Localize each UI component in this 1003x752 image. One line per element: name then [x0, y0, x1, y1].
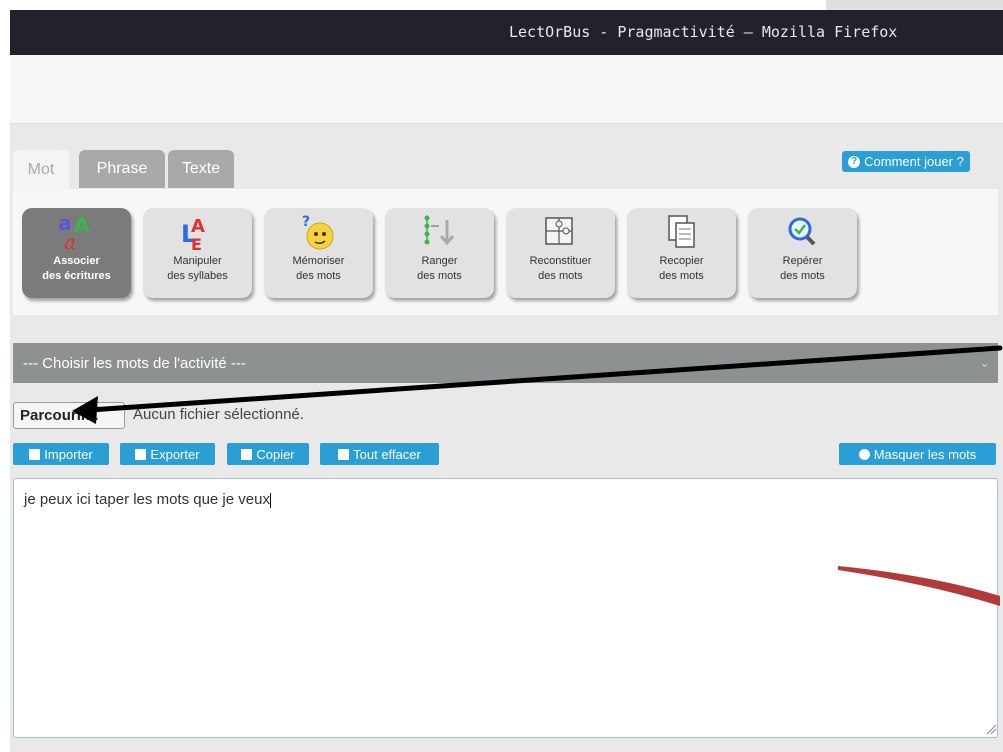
letters-icon: a A a: [58, 212, 90, 252]
browse-file-button[interactable]: Parcourir...: [13, 402, 125, 429]
copy-button[interactable]: Copier: [227, 443, 309, 465]
syllables-icon: L A E: [181, 216, 205, 252]
word-list-select[interactable]: --- Choisir les mots de l'activité --- ⌄: [13, 343, 998, 383]
activity-reperer-button[interactable]: Repérer des mots: [748, 208, 857, 298]
thinking-face-icon: ?: [302, 214, 334, 250]
export-button[interactable]: Exporter: [120, 443, 215, 465]
clear-all-button[interactable]: Tout effacer: [320, 443, 439, 465]
import-button[interactable]: Importer: [13, 443, 109, 465]
activity-label: Manipuler des syllabes: [167, 255, 228, 282]
tab-phrase[interactable]: Phrase: [79, 150, 165, 188]
sort-list-icon: [424, 215, 455, 246]
eye-slash-icon: [858, 448, 870, 460]
words-textarea[interactable]: je peux ici taper les mots que je veux: [13, 478, 998, 738]
hide-words-button[interactable]: Masquer les mots: [839, 443, 996, 465]
import-icon: [29, 448, 41, 460]
activity-reconstituer-button[interactable]: Reconstituer des mots: [506, 208, 615, 298]
resize-handle[interactable]: [985, 723, 997, 735]
activity-recopier-button[interactable]: Recopier des mots: [627, 208, 736, 298]
activity-label: Recopier des mots: [659, 255, 704, 282]
trash-icon: [338, 448, 350, 460]
activity-label: Mémoriser des mots: [292, 255, 345, 282]
export-icon: [135, 448, 147, 460]
puzzle-icon: [545, 217, 573, 245]
textarea-content: je peux ici taper les mots que je veux: [24, 491, 270, 508]
activity-ranger-button[interactable]: Ranger des mots: [385, 208, 494, 298]
browser-toolbar: [10, 55, 1003, 124]
tab-mot[interactable]: Mot: [13, 150, 69, 190]
chevron-down-icon: ⌄: [979, 355, 990, 370]
window-titlebar: LectOrBus - Pragmactivité — Mozilla Fire…: [10, 10, 1003, 55]
svg-text:E: E: [191, 235, 202, 252]
text-caret: [269, 492, 271, 508]
import-label: Importer: [44, 446, 93, 462]
copy-icon: [241, 448, 253, 460]
hide-words-label: Masquer les mots: [873, 446, 977, 462]
question-circle-icon: ?: [848, 155, 861, 168]
svg-text:?: ?: [302, 214, 310, 230]
svg-text:A: A: [191, 216, 205, 237]
clear-all-label: Tout effacer: [353, 446, 421, 462]
tab-label: Mot: [27, 161, 55, 178]
activity-label: Ranger des mots: [417, 255, 462, 282]
background-band: [826, 0, 1003, 10]
browse-file-label: Parcourir...: [20, 407, 99, 424]
file-status: Aucun fichier sélectionné.: [133, 406, 304, 423]
svg-text:a: a: [64, 230, 76, 252]
activity-label: Repérer des mots: [780, 255, 825, 282]
tab-texte[interactable]: Texte: [168, 150, 234, 188]
activity-label: Associer des écritures: [42, 255, 111, 282]
copy-documents-icon: [668, 215, 695, 248]
how-to-play-label: Comment jouer ?: [864, 154, 964, 169]
tab-label: Texte: [181, 160, 221, 177]
window-title: LectOrBus - Pragmactivité — Mozilla Fire…: [509, 23, 898, 41]
word-list-select-value: --- Choisir les mots de l'activité ---: [23, 354, 246, 372]
svg-text:A: A: [74, 213, 90, 237]
how-to-play-button[interactable]: ? Comment jouer ?: [842, 151, 970, 172]
activity-associer-button[interactable]: a A a Associer des écritures: [22, 208, 131, 298]
activity-manipuler-button[interactable]: L A E Manipuler des syllabes: [143, 208, 252, 298]
activity-label: Reconstituer des mots: [529, 255, 592, 282]
tab-label: Phrase: [96, 160, 148, 177]
magnifier-icon: [788, 217, 816, 246]
activity-memoriser-button[interactable]: ? Mémoriser des mots: [264, 208, 373, 298]
export-label: Exporter: [150, 446, 200, 462]
copy-label: Copier: [256, 446, 295, 462]
